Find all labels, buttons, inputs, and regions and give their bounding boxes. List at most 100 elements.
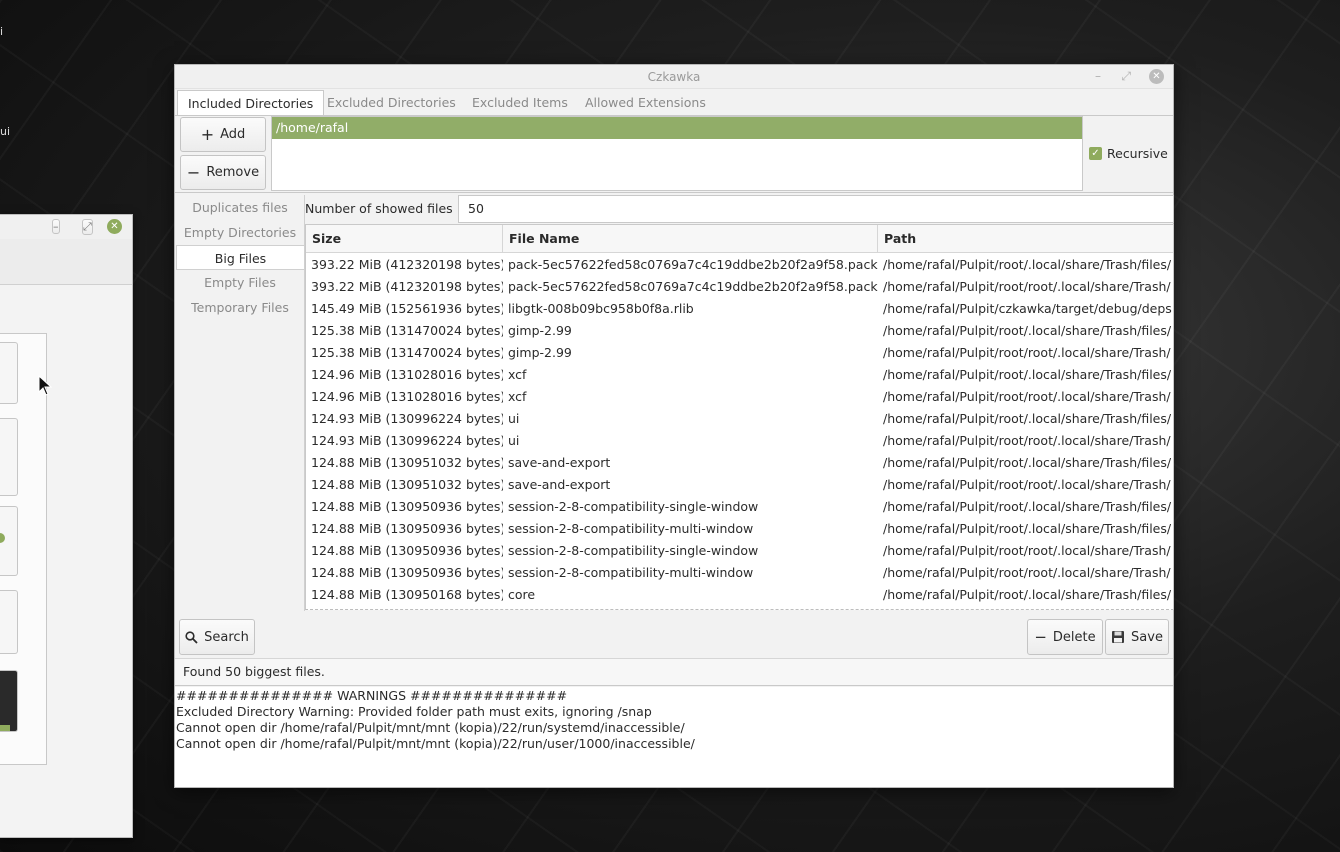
sidebar-item-empty-directories[interactable]: Empty Directories: [176, 220, 304, 245]
czkawka-window[interactable]: Czkawka – ⤢ ✕ Included Directories Exclu…: [174, 64, 1174, 788]
search-icon: [185, 630, 198, 644]
search-button[interactable]: Search: [179, 619, 255, 655]
close-icon[interactable]: ✕: [1149, 69, 1164, 84]
maximize-icon[interactable]: ⤢: [1121, 69, 1131, 84]
add-button-label: Add: [220, 127, 246, 142]
size-cell: 124.96 MiB (131028016 bytes): [311, 367, 503, 382]
path-cell: /home/rafal/Pulpit/root/.local/share/Tra…: [883, 587, 1172, 602]
tab-excluded-items[interactable]: Excluded Items: [462, 90, 578, 115]
save-button[interactable]: Save: [1105, 619, 1169, 655]
file-name-cell: save-and-export: [508, 455, 611, 470]
delete-button[interactable]: − Delete: [1027, 619, 1103, 655]
table-row[interactable]: 124.88 MiB (130951032 bytes) save-and-exp…: [306, 452, 1173, 474]
tab-included-directories[interactable]: Included Directories: [177, 90, 325, 115]
table-row[interactable]: 393.22 MiB (412320198 bytes) pack-5ec5762…: [306, 254, 1173, 276]
path-cell: /home/rafal/Pulpit/czkawka/target/debug/…: [883, 301, 1172, 316]
path-cell: /home/rafal/Pulpit/root/.local/share/Tra…: [883, 499, 1172, 514]
column-header-file-name[interactable]: File Name: [503, 225, 878, 253]
table-row[interactable]: 124.96 MiB (131028016 bytes) xcf/home/raf…: [306, 364, 1173, 386]
tab-excluded-directories[interactable]: Excluded Directories: [317, 90, 466, 115]
mouse-cursor-icon: [38, 375, 53, 396]
background-slot[interactable]: [0, 342, 18, 404]
sidebar-item-big-files[interactable]: Big Files: [176, 245, 304, 270]
size-cell: 125.38 MiB (131470024 bytes): [311, 345, 503, 360]
close-icon[interactable]: ✕: [107, 219, 122, 234]
add-button[interactable]: + Add: [180, 117, 266, 152]
background-window-titlebar[interactable]: – ⤢ ✕: [0, 215, 132, 239]
path-cell: /home/rafal/Pulpit/root/root/.local/shar…: [883, 543, 1171, 558]
background-window[interactable]: – ⤢ ✕: [0, 214, 133, 838]
file-name-cell: pack-5ec57622fed58c0769a7c4c19ddbe2b20f2…: [508, 257, 878, 272]
save-icon: [1112, 631, 1125, 643]
remove-button[interactable]: − Remove: [180, 155, 266, 190]
desktop-icon-label[interactable]: ui: [0, 125, 10, 138]
table-row[interactable]: 124.96 MiB (131028016 bytes) xcf/home/raf…: [306, 386, 1173, 408]
path-cell: /home/rafal/Pulpit/root/.local/share/Tra…: [883, 323, 1172, 338]
table-row[interactable]: 124.88 MiB (130950936 bytes) session-2-8-…: [306, 496, 1173, 518]
table-row[interactable]: 124.93 MiB (130996224 bytes) ui/home/rafa…: [306, 408, 1173, 430]
table-row[interactable]: 125.38 MiB (131470024 bytes) gimp-2.99/ho…: [306, 320, 1173, 342]
table-row[interactable]: 145.49 MiB (152561936 bytes) libgtk-008b0…: [306, 298, 1173, 320]
background-slot[interactable]: [0, 506, 18, 576]
minimize-icon[interactable]: –: [52, 219, 60, 234]
column-header-size[interactable]: Size: [306, 225, 503, 253]
file-name-cell: libgtk-008b09bc958b0f8a.rlib: [508, 301, 694, 316]
log-line: Cannot open dir /home/rafal/Pulpit/mnt/m…: [176, 720, 685, 735]
file-name-cell: gimp-2.99: [508, 345, 572, 360]
minimize-icon[interactable]: –: [1095, 69, 1101, 83]
files-count-input[interactable]: 50: [458, 195, 1174, 223]
desktop-icon-label[interactable]: i: [0, 25, 3, 38]
toggle-indicator: [0, 533, 5, 543]
path-cell: /home/rafal/Pulpit/root/.local/share/Tra…: [883, 367, 1172, 382]
action-bar: Search − Delete Save: [175, 611, 1173, 657]
sidebar-item-empty-files[interactable]: Empty Files: [176, 270, 304, 295]
included-directories-list[interactable]: /home/rafal: [271, 116, 1083, 191]
background-slot[interactable]: [0, 418, 18, 496]
sidebar-item-duplicates[interactable]: Duplicates files: [176, 195, 304, 220]
table-row[interactable]: 124.88 MiB (130950936 bytes) session-2-8-…: [306, 562, 1173, 584]
file-name-cell: gimp-2.99: [508, 323, 572, 338]
directory-tabs: Included Directories Excluded Directorie…: [175, 90, 1173, 115]
background-slot[interactable]: [0, 590, 18, 654]
table-row[interactable]: 124.88 MiB (130950168 bytes) core/home/ra…: [306, 584, 1173, 606]
file-name-cell: xcf: [508, 389, 527, 404]
size-cell: 124.88 MiB (130950936 bytes): [311, 565, 503, 580]
window-titlebar[interactable]: Czkawka – ⤢ ✕: [175, 65, 1173, 89]
table-header: Size File Name Path: [306, 225, 1173, 253]
size-cell: 124.88 MiB (130950936 bytes): [311, 521, 503, 536]
size-cell: 124.88 MiB (130950936 bytes): [311, 499, 503, 514]
size-cell: 393.22 MiB (412320198 bytes): [311, 257, 503, 272]
size-cell: 124.88 MiB (130950168 bytes): [311, 587, 503, 602]
check-icon[interactable]: ✓: [1089, 147, 1102, 160]
thumbnail-accent: [0, 725, 10, 731]
path-cell: /home/rafal/Pulpit/root/.local/share/Tra…: [883, 455, 1172, 470]
window-title: Czkawka: [647, 70, 701, 84]
background-window-panel: [0, 333, 47, 765]
file-name-cell: session-2-8-compatibility-single-window: [508, 499, 759, 514]
log-output[interactable]: ############### WARNINGS ###############…: [175, 687, 1173, 787]
recursive-label: Recursive: [1107, 146, 1168, 161]
recursive-checkbox[interactable]: ✓ Recursive: [1089, 146, 1168, 161]
directory-item[interactable]: /home/rafal: [272, 117, 1082, 139]
size-cell: 145.49 MiB (152561936 bytes): [311, 301, 503, 316]
status-bar: Found 50 biggest files.: [175, 658, 1173, 686]
table-row[interactable]: 125.38 MiB (131470024 bytes) gimp-2.99/ho…: [306, 342, 1173, 364]
table-body: 393.22 MiB (412320198 bytes) pack-5ec5762…: [306, 254, 1173, 606]
table-row[interactable]: 124.88 MiB (130951032 bytes) save-and-exp…: [306, 474, 1173, 496]
table-row[interactable]: 124.88 MiB (130950936 bytes) session-2-8-…: [306, 518, 1173, 540]
sidebar-item-temporary-files[interactable]: Temporary Files: [176, 295, 304, 320]
path-cell: /home/rafal/Pulpit/root/root/.local/shar…: [883, 477, 1171, 492]
big-files-table[interactable]: Size File Name Path 393.22 MiB (41232019…: [305, 224, 1174, 610]
path-cell: /home/rafal/Pulpit/root/root/.local/shar…: [883, 279, 1171, 294]
tab-allowed-extensions[interactable]: Allowed Extensions: [575, 90, 716, 115]
table-row[interactable]: 124.93 MiB (130996224 bytes) ui/home/rafa…: [306, 430, 1173, 452]
path-cell: /home/rafal/Pulpit/root/root/.local/shar…: [883, 389, 1171, 404]
included-directories-panel: + Add − Remove /home/rafal ✓ Recursive: [175, 115, 1173, 193]
maximize-icon[interactable]: ⤢: [82, 219, 93, 235]
thumbnail[interactable]: [0, 670, 18, 732]
table-row[interactable]: 124.88 MiB (130950936 bytes) session-2-8-…: [306, 540, 1173, 562]
log-line: Cannot open dir /home/rafal/Pulpit/mnt/m…: [176, 736, 695, 751]
column-header-path[interactable]: Path: [878, 225, 1173, 253]
table-row[interactable]: 393.22 MiB (412320198 bytes) pack-5ec5762…: [306, 276, 1173, 298]
delete-button-label: Delete: [1052, 629, 1096, 645]
